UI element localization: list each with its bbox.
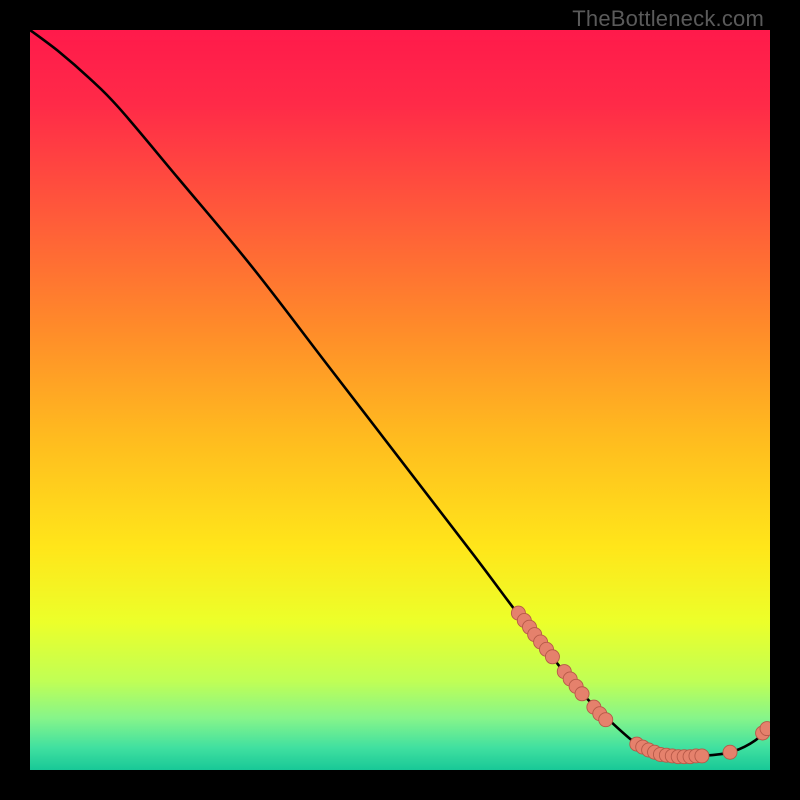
chart-stage: TheBottleneck.com [0, 0, 800, 800]
curve-marker [599, 713, 613, 727]
curve-line [30, 30, 770, 757]
curve-marker [575, 687, 589, 701]
curve-marker [723, 745, 737, 759]
bottleneck-curve [30, 30, 770, 770]
curve-marker [695, 749, 709, 763]
curve-markers [511, 606, 770, 764]
watermark-text: TheBottleneck.com [572, 6, 764, 32]
curve-marker [545, 650, 559, 664]
curve-marker [760, 722, 770, 736]
plot-area [30, 30, 770, 770]
